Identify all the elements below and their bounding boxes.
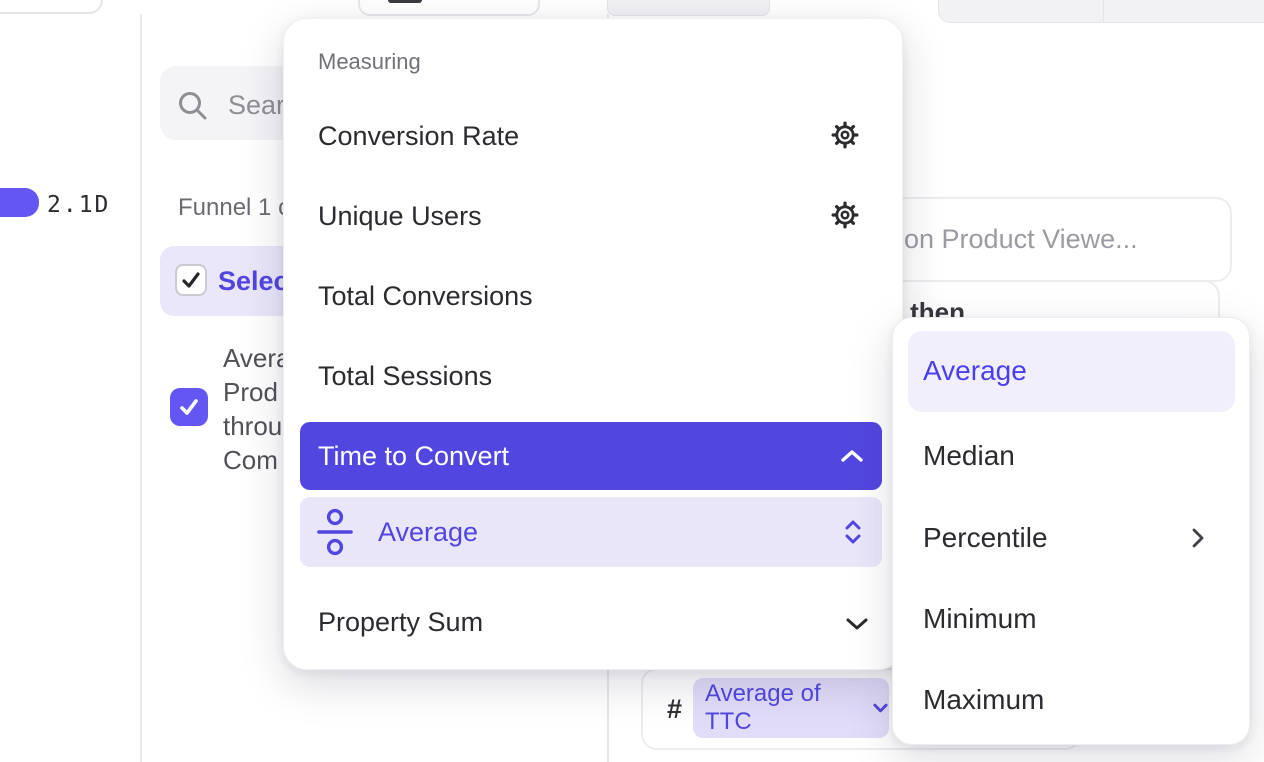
flyout-item-median[interactable]: Median — [923, 440, 1015, 472]
toolbar-button-fragment[interactable] — [358, 0, 540, 16]
flyout-item-minimum[interactable]: Minimum — [923, 603, 1037, 635]
aggregation-selector-row[interactable]: Average — [300, 497, 882, 567]
chevron-right-icon — [1190, 526, 1206, 550]
search-placeholder: Sear — [228, 90, 285, 121]
select-checkbox[interactable] — [175, 264, 207, 296]
chevron-down-icon[interactable] — [845, 617, 869, 631]
funnel-builder-screen: 2.1D Sear Funnel 1 of Selec Avera Prod t… — [0, 0, 1264, 762]
gear-icon[interactable] — [831, 121, 859, 149]
toolbar-gray-box-fragment[interactable] — [607, 0, 770, 16]
measuring-menu — [283, 18, 903, 670]
chevron-up-icon — [840, 422, 864, 490]
funnel-bar-value: 2.1D — [47, 192, 137, 218]
select-step-label: Selec — [218, 266, 289, 297]
flyout-item-percentile[interactable]: Percentile — [923, 522, 1048, 554]
top-left-card-fragment — [0, 0, 103, 14]
step-checkbox-checked[interactable] — [170, 388, 208, 426]
menu-item-unique-users[interactable]: Unique Users — [318, 201, 482, 232]
left-panel-divider — [140, 14, 142, 762]
search-icon — [176, 89, 210, 123]
funnel-counter-label: Funnel 1 of — [178, 194, 298, 222]
top-right-tab-right[interactable] — [1103, 0, 1264, 23]
numeric-property-icon: # — [667, 694, 682, 725]
up-down-chevron-icon — [842, 497, 864, 567]
funnel-bar-fragment — [0, 188, 39, 217]
gear-icon[interactable] — [831, 201, 859, 229]
measure-value-label: Average of TTC — [705, 680, 864, 736]
toolbar-dark-icon-fragment — [388, 0, 422, 3]
menu-item-total-conversions[interactable]: Total Conversions — [318, 281, 533, 312]
menu-item-total-sessions[interactable]: Total Sessions — [318, 361, 492, 392]
menu-item-property-sum[interactable]: Property Sum — [318, 607, 483, 638]
chevron-down-icon — [872, 702, 889, 714]
menu-item-time-to-convert-selected[interactable]: Time to Convert — [300, 422, 882, 490]
aggregation-selected-label: Average — [378, 517, 478, 548]
top-right-tab-left[interactable] — [938, 0, 1104, 23]
measuring-menu-header: Measuring — [318, 49, 421, 75]
measure-value-dropdown[interactable]: Average of TTC — [693, 678, 889, 738]
event-selector-text: on Product Viewe... — [904, 224, 1138, 255]
average-icon — [316, 507, 354, 557]
menu-item-conversion-rate[interactable]: Conversion Rate — [318, 121, 519, 152]
flyout-item-average-label: Average — [923, 355, 1027, 387]
menu-item-label: Time to Convert — [318, 441, 509, 472]
flyout-item-maximum[interactable]: Maximum — [923, 684, 1044, 716]
